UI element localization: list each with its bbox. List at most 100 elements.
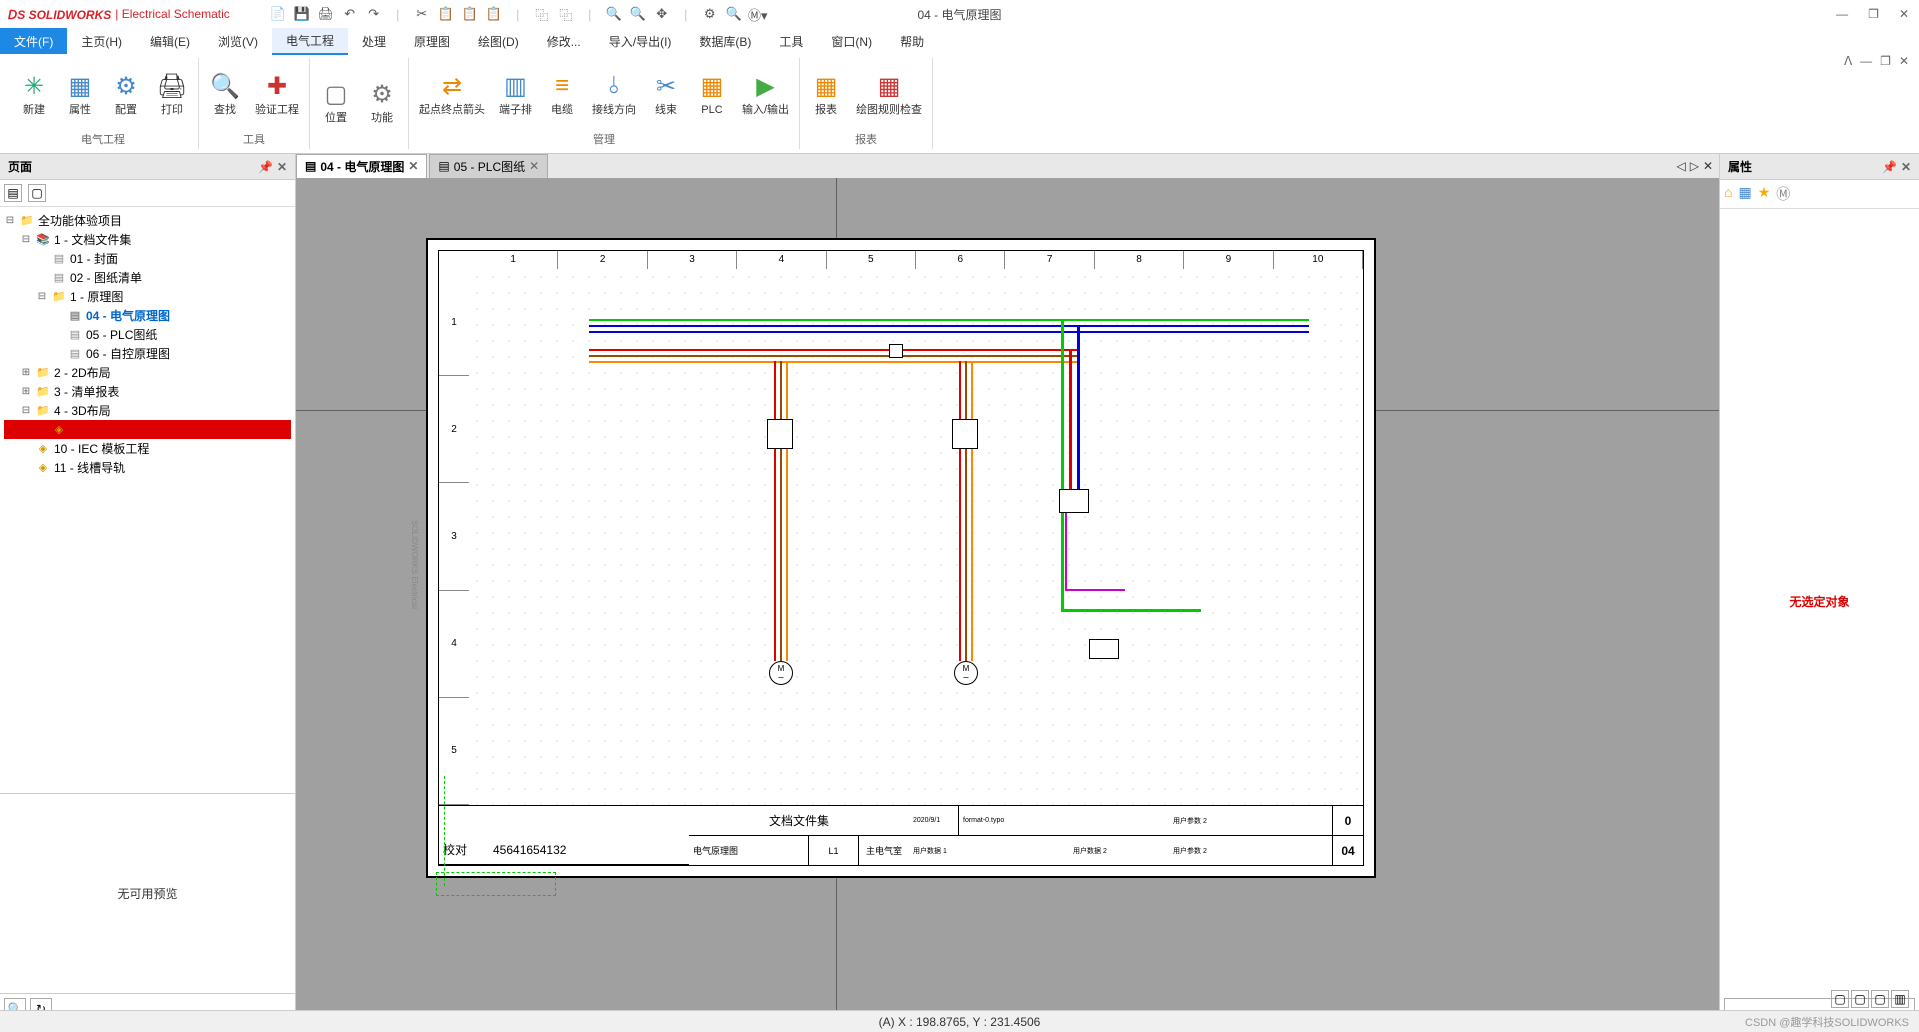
qat-delete-icon[interactable]: ⿻ <box>558 6 574 22</box>
tab-prev-icon[interactable]: ◁ <box>1676 159 1685 173</box>
ribbon-collapse-icon[interactable]: ᐱ <box>1844 54 1852 68</box>
tree-node[interactable]: ⊞📁3 - 清单报表 <box>4 382 291 401</box>
doc-tab[interactable]: ▤05 - PLC图纸✕ <box>429 154 548 179</box>
drawing-canvas[interactable]: SOLIDWORKS Electrical 12345678910 12345 <box>296 178 1719 1024</box>
menu-item-4[interactable]: 处理 <box>348 29 400 54</box>
qat-tool1-icon[interactable]: ⚙ <box>702 6 718 22</box>
close-button[interactable]: ✕ <box>1899 7 1909 21</box>
qat-pastespecial-icon[interactable]: 📋 <box>486 6 502 22</box>
qat-pan-icon[interactable]: ✥ <box>654 6 670 22</box>
qat-save-icon[interactable]: 💾 <box>294 6 310 22</box>
qat-cut-icon[interactable]: ✂ <box>414 6 430 22</box>
schematic-area[interactable]: M∼ M∼ <box>469 269 1363 805</box>
tree-node[interactable]: ▤05 - PLC图纸 <box>4 325 291 344</box>
ribbon-btn-查找[interactable]: 🔍查找 <box>203 58 247 129</box>
qat-paste-icon[interactable]: 📋 <box>462 6 478 22</box>
qat-clone-icon[interactable]: ⿻ <box>534 6 550 22</box>
wire-blue[interactable] <box>589 331 1309 333</box>
view-btn4[interactable]: ▥ <box>1891 990 1909 1008</box>
wire-magenta[interactable] <box>1065 589 1125 591</box>
tree-node[interactable]: ◈09 - 主电气室 <box>4 420 291 439</box>
tab-next-icon[interactable]: ▷ <box>1690 159 1699 173</box>
view-btn3[interactable]: ▢ <box>1871 990 1889 1008</box>
schematic-junction[interactable] <box>889 344 903 358</box>
ribbon-btn-PLC[interactable]: ▦PLC <box>690 58 734 129</box>
tree-node[interactable]: ▤01 - 封面 <box>4 249 291 268</box>
prop-star-icon[interactable]: ★ <box>1758 184 1771 204</box>
motor-symbol-m1[interactable]: M∼ <box>769 661 793 685</box>
ribbon-btn-配置[interactable]: ⚙配置 <box>104 58 148 129</box>
minimize-button[interactable]: — <box>1836 7 1848 21</box>
menu-item-10[interactable]: 工具 <box>765 29 817 54</box>
tree-node[interactable]: ⊟📁4 - 3D布局 <box>4 401 291 420</box>
menu-item-7[interactable]: 修改... <box>533 29 595 54</box>
ribbon-btn-新建[interactable]: ✳新建 <box>12 58 56 129</box>
schematic-component[interactable] <box>1089 639 1119 659</box>
menu-item-8[interactable]: 导入/导出(I) <box>595 29 686 54</box>
ribbon-btn-电缆[interactable]: ≡电缆 <box>540 58 584 129</box>
wire-green[interactable] <box>589 319 1309 321</box>
wire-blue[interactable] <box>1077 325 1080 509</box>
tree-node[interactable]: ⊟📚1 - 文档文件集 <box>4 230 291 249</box>
tree-node[interactable]: ◈11 - 线槽导轨 <box>4 458 291 477</box>
motor-symbol-m2[interactable]: M∼ <box>954 661 978 685</box>
view-btn2[interactable]: ▢ <box>1851 990 1869 1008</box>
panel-pin-icon[interactable]: 📌 <box>1882 160 1897 174</box>
menu-item-2[interactable]: 浏览(V) <box>204 29 272 54</box>
schematic-component[interactable] <box>1059 489 1089 513</box>
menu-item-9[interactable]: 数据库(B) <box>685 29 765 54</box>
panel-close-icon[interactable]: ✕ <box>1901 160 1911 174</box>
schematic-component[interactable] <box>952 419 978 449</box>
tree-node[interactable]: ▤02 - 图纸清单 <box>4 268 291 287</box>
tree-view1-icon[interactable]: ▤ <box>4 184 22 202</box>
qat-tool2-icon[interactable]: 🔍 <box>726 6 742 22</box>
view-btn1[interactable]: ▢ <box>1831 990 1849 1008</box>
tab-close-icon[interactable]: ✕ <box>1703 159 1713 173</box>
child-close-icon[interactable]: ✕ <box>1899 54 1909 68</box>
file-menu[interactable]: 文件(F) <box>0 28 67 54</box>
tab-close-icon[interactable]: ✕ <box>529 159 539 173</box>
tab-close-icon[interactable]: ✕ <box>408 159 418 173</box>
ribbon-btn-功能[interactable]: ⚙功能 <box>360 58 404 145</box>
ribbon-btn-验证工程[interactable]: ✚验证工程 <box>249 58 305 129</box>
qat-print-icon[interactable]: 🖨 <box>318 6 334 22</box>
wire-blue[interactable] <box>589 325 1309 327</box>
qat-redo-icon[interactable]: ↷ <box>366 6 382 22</box>
ribbon-btn-打印[interactable]: 🖨打印 <box>150 58 194 129</box>
ribbon-btn-输入/输出[interactable]: ▶输入/输出 <box>736 58 795 129</box>
ribbon-btn-端子排[interactable]: ▥端子排 <box>493 58 538 129</box>
menu-item-1[interactable]: 编辑(E) <box>136 29 204 54</box>
qat-copy-icon[interactable]: 📋 <box>438 6 454 22</box>
menu-item-0[interactable]: 主页(H) <box>67 29 136 54</box>
ribbon-btn-接线方向[interactable]: ⫰接线方向 <box>586 58 642 129</box>
qat-zoomin-icon[interactable]: 🔍 <box>606 6 622 22</box>
prop-list-icon[interactable]: ▦ <box>1738 184 1751 204</box>
panel-pin-icon[interactable]: 📌 <box>258 160 273 174</box>
wire-orange[interactable] <box>786 361 788 661</box>
prop-m-icon[interactable]: Ⓜ <box>1776 184 1790 204</box>
tree-node[interactable]: ▤06 - 自控原理图 <box>4 344 291 363</box>
wire-brown[interactable] <box>780 361 782 661</box>
tree-node[interactable]: ⊟📁1 - 原理图 <box>4 287 291 306</box>
maximize-button[interactable]: ❐ <box>1868 7 1879 21</box>
doc-tab[interactable]: ▤04 - 电气原理图✕ <box>296 154 427 179</box>
ribbon-btn-起点终点箭头[interactable]: ⇄起点终点箭头 <box>413 58 491 129</box>
wire-orange[interactable] <box>589 361 1079 363</box>
wire-red[interactable] <box>774 361 776 661</box>
wire-red[interactable] <box>959 361 961 661</box>
ribbon-btn-线束[interactable]: ✂线束 <box>644 58 688 129</box>
ribbon-btn-位置[interactable]: ▢位置 <box>314 58 358 145</box>
ribbon-btn-绘图规则检查[interactable]: ▦绘图规则检查 <box>850 58 928 129</box>
tree-node[interactable]: ⊟📁全功能体验项目 <box>4 211 291 230</box>
tree-node[interactable]: ◈10 - IEC 模板工程 <box>4 439 291 458</box>
wire-brown[interactable] <box>965 361 967 661</box>
wire-orange[interactable] <box>971 361 973 661</box>
qat-zoomout-icon[interactable]: 🔍 <box>630 6 646 22</box>
schematic-component[interactable] <box>767 419 793 449</box>
menu-item-3[interactable]: 电气工程 <box>272 28 348 55</box>
menu-item-12[interactable]: 帮助 <box>886 29 938 54</box>
wire-red[interactable] <box>1069 349 1072 509</box>
wire-magenta[interactable] <box>1065 509 1067 589</box>
child-min-icon[interactable]: — <box>1860 54 1872 68</box>
menu-item-11[interactable]: 窗口(N) <box>817 29 886 54</box>
